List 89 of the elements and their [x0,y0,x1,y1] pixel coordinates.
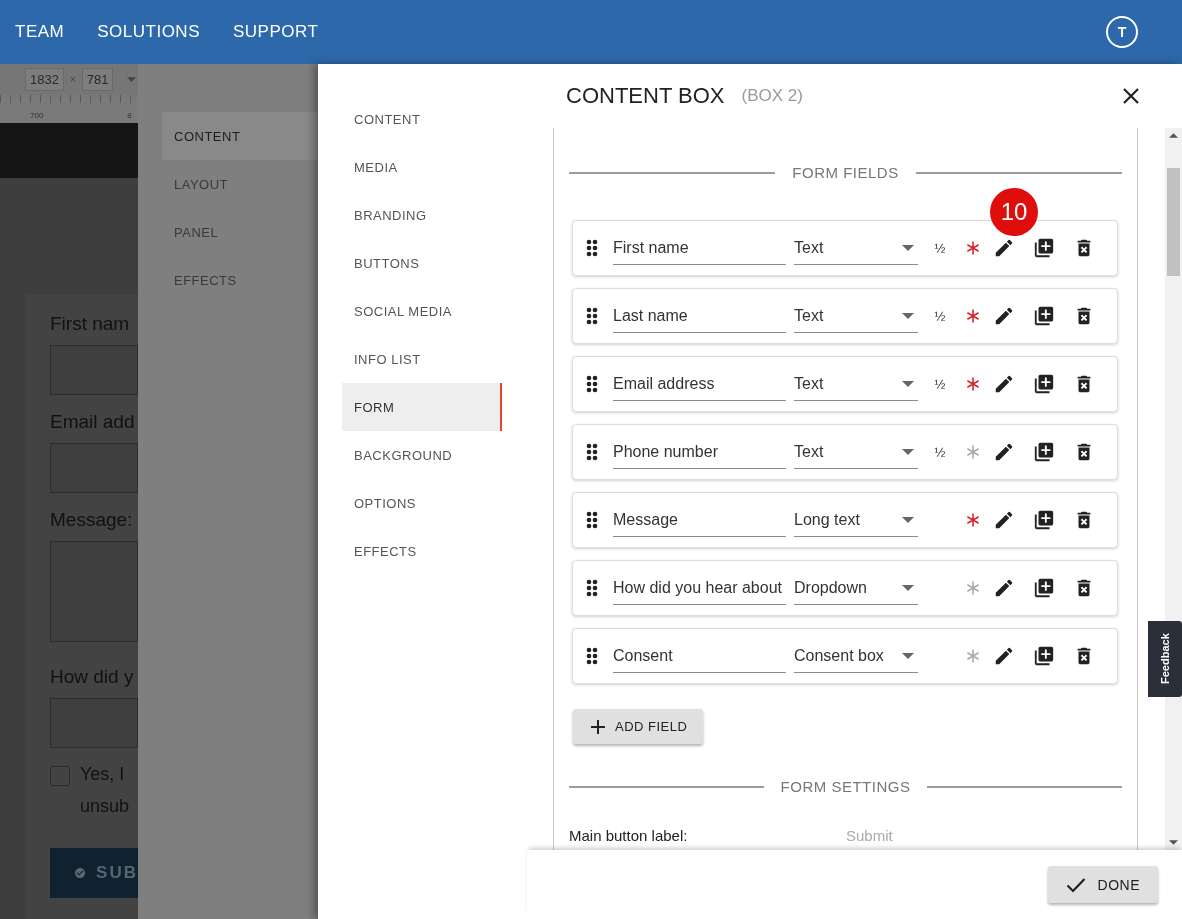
duplicate-icon[interactable] [1033,509,1055,531]
dialog-tab[interactable]: SOCIAL MEDIA [342,287,502,335]
ruler-label: 700 [30,111,44,120]
asterisk-icon[interactable] [966,513,980,527]
nav-link[interactable]: SOLUTIONS [97,22,200,42]
section-heading: FORM FIELDS [792,164,899,181]
half-width-toggle[interactable]: ½ [934,444,946,460]
pencil-icon[interactable] [993,509,1015,531]
dialog-tab[interactable]: INFO LIST [342,335,502,383]
done-button[interactable]: DONE [1047,866,1158,903]
nav-link[interactable]: TEAM [15,22,65,42]
panel-tab[interactable]: CONTENT [162,112,318,160]
dialog-tab[interactable]: BACKGROUND [342,431,502,479]
half-width-toggle[interactable]: ½ [934,308,946,324]
scroll-down-icon[interactable] [1169,840,1178,845]
dialog-title: CONTENT BOX [566,83,725,109]
input-field[interactable] [50,698,138,748]
type-select[interactable]: Consent box [794,639,918,673]
duplicate-icon[interactable] [1033,305,1055,327]
caret-icon [902,584,914,591]
step-badge: 10 [990,188,1038,236]
type-select[interactable]: Text [794,299,918,333]
dialog-tab[interactable]: FORM [342,383,502,431]
feedback-tab[interactable]: Feedback [1148,621,1182,697]
duplicate-icon[interactable] [1033,645,1055,667]
duplicate-icon[interactable] [1033,237,1055,259]
dialog-tab[interactable]: MEDIA [342,143,502,191]
half-width-toggle[interactable]: ½ [934,376,946,392]
field-name-input[interactable]: First name [613,231,786,265]
dialog-tab[interactable]: OPTIONS [342,479,502,527]
width-field[interactable]: 1832 [25,68,64,91]
caret-icon [902,312,914,319]
nav-link[interactable]: SUPPORT [233,22,319,42]
field-name-input[interactable]: Phone number [613,435,786,469]
scroll-thumb[interactable] [1167,168,1180,276]
add-field-button[interactable]: ADD FIELD [573,709,704,744]
scroll-up-icon[interactable] [1169,133,1178,138]
drag-handle-icon[interactable] [586,511,598,529]
height-field[interactable]: 781 [81,68,114,91]
field-name-input[interactable]: Consent [613,639,786,673]
field-name-input[interactable]: Last name [613,299,786,333]
asterisk-icon[interactable] [966,377,980,391]
type-select[interactable]: Text [794,231,918,265]
type-select[interactable]: Text [794,435,918,469]
pencil-icon[interactable] [993,237,1015,259]
duplicate-icon[interactable] [1033,577,1055,599]
pencil-icon[interactable] [993,373,1015,395]
drag-handle-icon[interactable] [586,307,598,325]
type-select[interactable]: Long text [794,503,918,537]
input-field[interactable] [50,345,138,395]
dialog-tab[interactable]: EFFECTS [342,527,502,575]
drag-handle-icon[interactable] [586,443,598,461]
asterisk-icon[interactable] [966,309,980,323]
setting-label: Main button label: [569,827,689,844]
message-field[interactable] [50,541,138,642]
pencil-icon[interactable] [993,577,1015,599]
drag-handle-icon[interactable] [586,375,598,393]
dialog-tab[interactable]: BRANDING [342,191,502,239]
check-icon [1065,876,1086,893]
section-heading: FORM SETTINGS [780,778,911,795]
drag-handle-icon[interactable] [586,647,598,665]
caret-icon [902,516,914,523]
caret-icon [902,652,914,659]
pencil-icon[interactable] [993,645,1015,667]
user-avatar[interactable]: T [1106,16,1138,48]
caret-icon [902,448,914,455]
field-name-input[interactable]: Message [613,503,786,537]
drag-handle-icon[interactable] [586,239,598,257]
field-name-input[interactable]: How did you hear about [613,571,786,605]
plus-icon [591,719,605,734]
half-width-toggle[interactable]: ½ [934,240,946,256]
field-name-input[interactable]: Email address [613,367,786,401]
dialog-subtitle: (BOX 2) [741,86,803,106]
duplicate-icon[interactable] [1033,441,1055,463]
input-field[interactable] [50,443,138,493]
caret-icon [902,244,914,251]
dialog-tab[interactable]: BUTTONS [342,239,502,287]
caret-icon [902,380,914,387]
dialog-tab[interactable]: CONTENT [342,95,502,143]
drag-handle-icon[interactable] [586,579,598,597]
pencil-icon[interactable] [993,441,1015,463]
close-button[interactable] [1122,87,1140,105]
duplicate-icon[interactable] [1033,373,1055,395]
pencil-icon[interactable] [993,305,1015,327]
checkbox[interactable] [50,766,70,786]
times-sign: × [69,74,76,85]
asterisk-icon[interactable] [966,241,980,255]
type-select[interactable]: Text [794,367,918,401]
type-select[interactable]: Dropdown [794,571,918,605]
